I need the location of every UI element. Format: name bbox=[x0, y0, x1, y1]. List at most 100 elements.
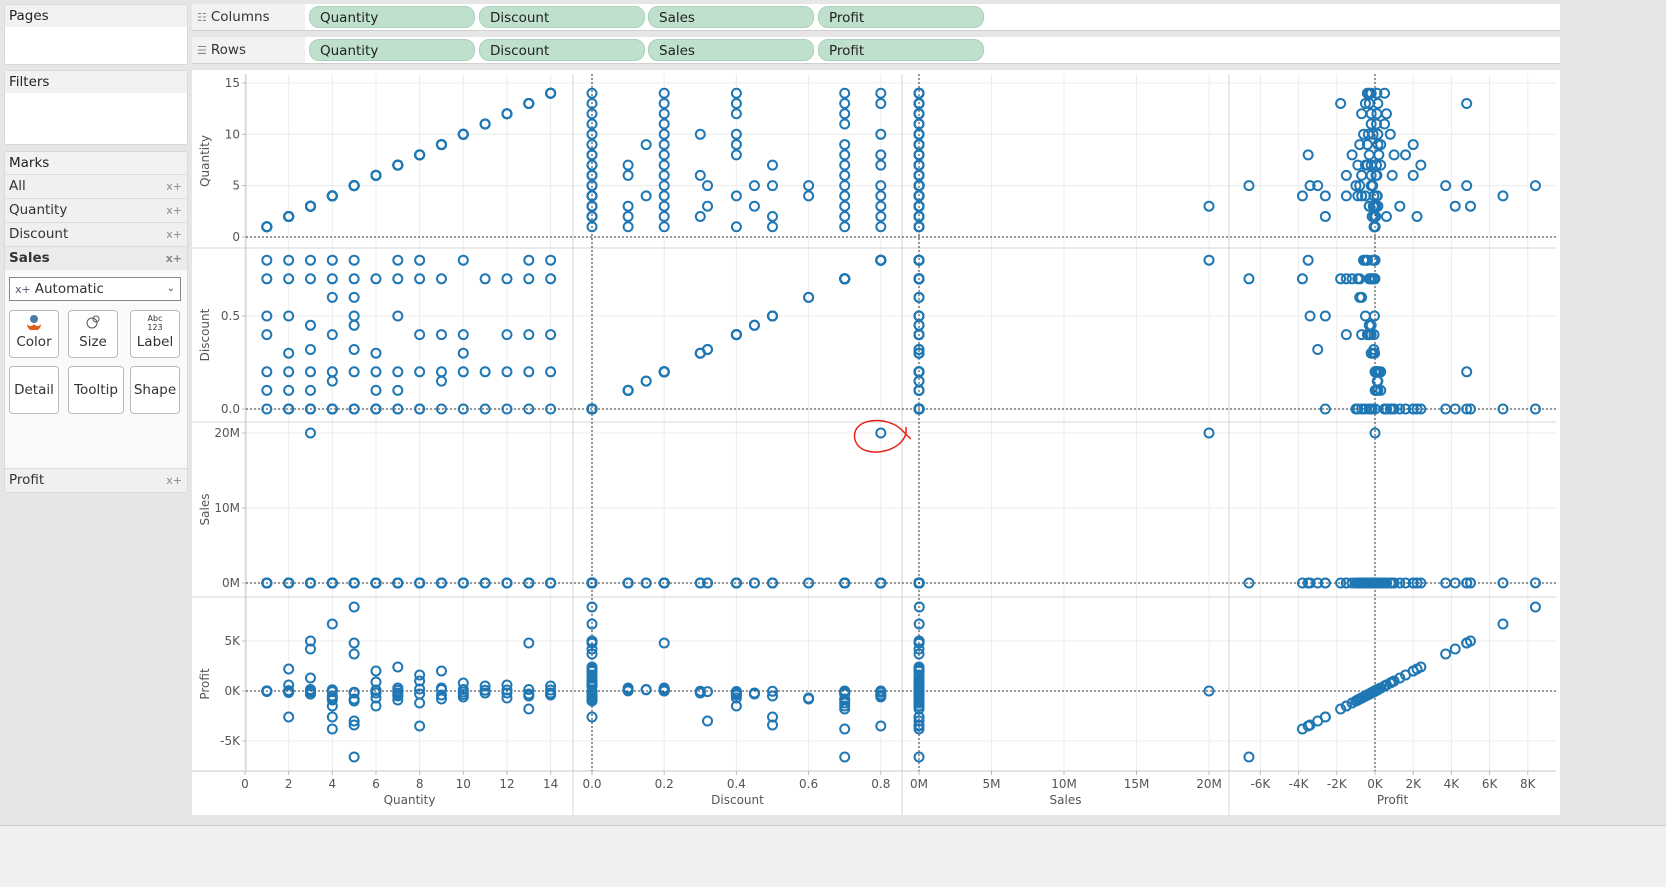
data-point bbox=[839, 87, 851, 99]
y-tick-label-sales: 20M bbox=[214, 426, 240, 440]
label-button[interactable]: Abc 123 Label bbox=[130, 310, 180, 358]
data-point bbox=[435, 366, 447, 378]
x-tick-label-sales: 15M bbox=[1124, 777, 1150, 791]
data-point bbox=[304, 366, 316, 378]
data-point bbox=[622, 210, 634, 222]
data-point bbox=[839, 751, 851, 763]
row-pill-discount[interactable]: Discount bbox=[479, 39, 645, 61]
data-point bbox=[839, 149, 851, 161]
row-pill-profit[interactable]: Profit bbox=[818, 39, 984, 61]
data-point bbox=[1529, 601, 1541, 613]
data-point bbox=[304, 384, 316, 396]
data-point bbox=[1365, 108, 1377, 120]
data-point bbox=[839, 210, 851, 222]
marks-row-label: Sales bbox=[9, 250, 50, 266]
data-point bbox=[392, 159, 404, 171]
x-tick-label-profit: 0K bbox=[1367, 777, 1384, 791]
color-button[interactable]: Color bbox=[9, 310, 59, 358]
filters-title: Filters bbox=[5, 71, 187, 93]
columns-shelf[interactable]: ☷ Columns Quantity Discount Sales Profit bbox=[192, 4, 1560, 31]
data-point bbox=[304, 254, 316, 266]
data-point bbox=[839, 108, 851, 120]
size-button[interactable]: Size bbox=[68, 310, 118, 358]
measure-icon: x+ bbox=[166, 204, 182, 217]
y-tick-label-quantity: 15 bbox=[225, 76, 240, 90]
marks-row-quantity[interactable]: Quantity x+ bbox=[5, 198, 187, 222]
x-tick-label-profit: 2K bbox=[1405, 777, 1422, 791]
column-pill-sales[interactable]: Sales bbox=[648, 6, 814, 28]
data-point bbox=[1243, 273, 1255, 285]
data-point bbox=[261, 221, 273, 233]
tooltip-button[interactable]: Tooltip bbox=[68, 366, 124, 414]
tooltip-label: Tooltip bbox=[74, 382, 118, 398]
row-pill-quantity[interactable]: Quantity bbox=[309, 39, 475, 61]
data-point bbox=[702, 200, 714, 212]
pages-card[interactable]: Pages bbox=[4, 4, 188, 65]
y-tick-label-quantity: 0 bbox=[232, 230, 240, 244]
marks-row-sales[interactable]: Sales x+ bbox=[5, 246, 187, 270]
measure-icon: x+ bbox=[166, 474, 182, 487]
chevron-down-icon: ⌄ bbox=[166, 283, 175, 294]
data-point bbox=[348, 751, 360, 763]
data-point bbox=[694, 210, 706, 222]
x-tick-label-profit: 8K bbox=[1520, 777, 1537, 791]
panel-profit-vs-quantity bbox=[261, 601, 557, 763]
data-point bbox=[1340, 329, 1352, 341]
data-point bbox=[1497, 190, 1509, 202]
marks-row-discount[interactable]: Discount x+ bbox=[5, 222, 187, 246]
scatter-matrix-view[interactable]: 0 2 4 6 8 10 12 14 Quantity 0.0 0.2 0.4 0.6 0.8 Discou… bbox=[192, 70, 1560, 815]
data-point bbox=[304, 672, 316, 684]
data-point bbox=[1335, 97, 1347, 109]
detail-button[interactable]: Detail bbox=[9, 366, 59, 414]
x-tick-label-quantity: 12 bbox=[499, 777, 514, 791]
rows-icon: ☰ bbox=[197, 44, 207, 57]
data-point bbox=[767, 159, 778, 171]
x-tick-label-discount: 0.8 bbox=[871, 777, 890, 791]
x-tick-label-profit: -2K bbox=[1327, 777, 1348, 791]
data-point bbox=[1400, 149, 1412, 161]
status-bar bbox=[0, 825, 1666, 887]
data-point bbox=[1461, 366, 1473, 378]
data-point bbox=[348, 291, 360, 303]
data-point bbox=[1363, 149, 1375, 161]
x-tick-label-quantity: 14 bbox=[543, 777, 558, 791]
x-axis-title-profit: Profit bbox=[1377, 793, 1409, 807]
x-axis-title-quantity: Quantity bbox=[384, 793, 436, 807]
mark-type-icon: x+ bbox=[15, 283, 31, 296]
data-point bbox=[1356, 169, 1368, 181]
data-point bbox=[1319, 711, 1331, 723]
data-point bbox=[1302, 149, 1314, 161]
data-point bbox=[523, 703, 535, 715]
row-pill-sales[interactable]: Sales bbox=[648, 39, 814, 61]
marks-row-all[interactable]: All x+ bbox=[5, 174, 187, 198]
data-point bbox=[1415, 159, 1427, 171]
label-label: Label bbox=[136, 334, 174, 350]
data-point bbox=[523, 329, 535, 341]
x-tick-label-profit: 4K bbox=[1444, 777, 1461, 791]
data-point bbox=[1380, 108, 1392, 120]
filters-card[interactable]: Filters bbox=[4, 70, 188, 145]
data-point bbox=[839, 221, 851, 233]
data-point bbox=[348, 637, 360, 649]
data-point bbox=[348, 601, 360, 613]
panel-quantity-vs-profit bbox=[1243, 87, 1541, 233]
column-pill-discount[interactable]: Discount bbox=[479, 6, 645, 28]
shape-button[interactable]: Shape bbox=[130, 366, 180, 414]
scatter-matrix-svg: 0 2 4 6 8 10 12 14 Quantity 0.0 0.2 0.4 0.6 0.8 Discou… bbox=[192, 74, 1556, 815]
data-point bbox=[348, 343, 360, 355]
detail-label: Detail bbox=[14, 382, 54, 398]
x-axis-title-sales: Sales bbox=[1050, 793, 1082, 807]
x-tick-label-sales: 0M bbox=[910, 777, 928, 791]
column-pill-quantity[interactable]: Quantity bbox=[309, 6, 475, 28]
data-point bbox=[702, 715, 714, 727]
mark-type-dropdown[interactable]: x+ Automatic ⌄ bbox=[9, 277, 181, 301]
data-point bbox=[1312, 343, 1324, 355]
data-point bbox=[435, 375, 447, 387]
marks-row-profit[interactable]: Profit x+ bbox=[5, 468, 187, 492]
column-pill-profit[interactable]: Profit bbox=[818, 6, 984, 28]
data-point bbox=[839, 118, 851, 130]
size-label: Size bbox=[79, 334, 107, 350]
rows-label-text: Rows bbox=[210, 42, 246, 58]
rows-shelf[interactable]: ☰ Rows Quantity Discount Sales Profit bbox=[192, 37, 1560, 64]
data-point bbox=[694, 347, 706, 359]
